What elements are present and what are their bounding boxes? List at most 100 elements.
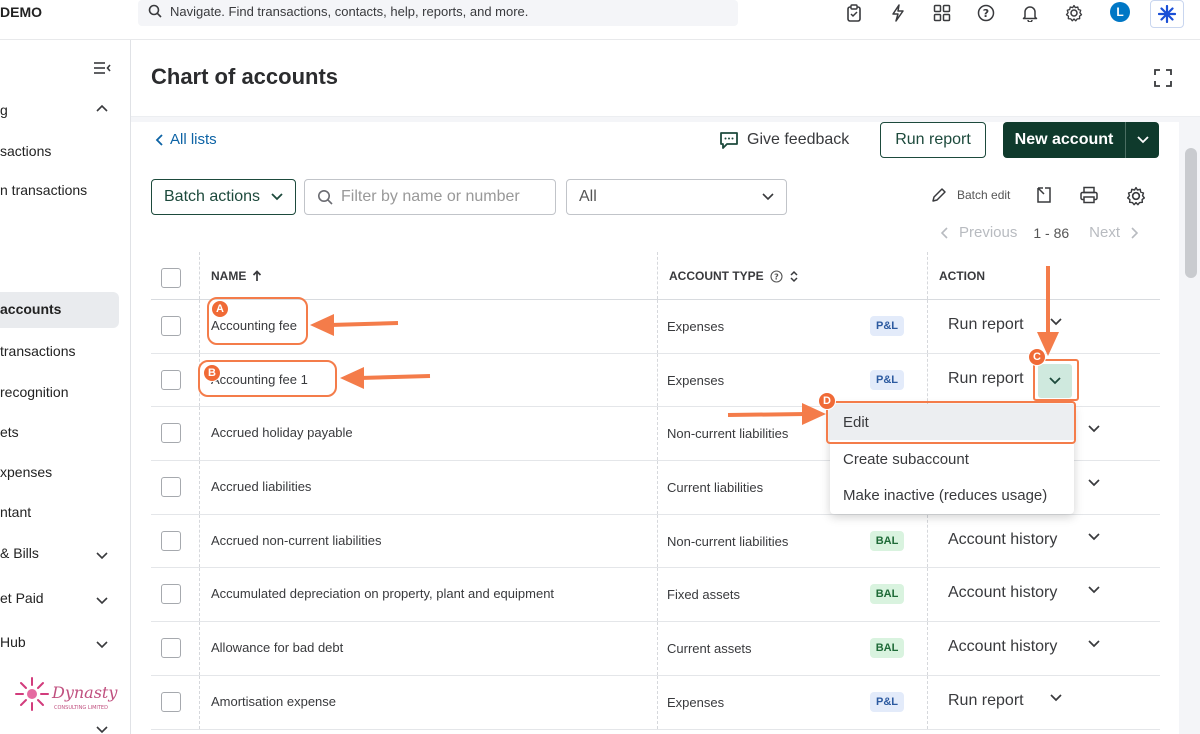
global-search[interactable]: Navigate. Find transactions, contacts, h… <box>138 0 738 26</box>
chevron-right-icon[interactable] <box>1130 226 1139 239</box>
run-report-button[interactable]: Run report <box>880 122 986 158</box>
account-name[interactable]: Accrued holiday payable <box>211 425 353 440</box>
row-checkbox[interactable] <box>161 584 181 605</box>
select-all-checkbox[interactable] <box>161 268 181 288</box>
row-checkbox[interactable] <box>161 369 181 390</box>
row-action-button[interactable]: Run report <box>948 692 1024 710</box>
row-action-button[interactable]: Run report <box>948 316 1024 334</box>
assistant-button[interactable] <box>1150 0 1184 28</box>
row-action-button[interactable]: Account history <box>948 531 1057 549</box>
apps-icon[interactable] <box>931 2 953 24</box>
row-action-button[interactable]: Run report <box>948 370 1024 388</box>
next-page-button[interactable]: Next <box>1089 224 1120 241</box>
account-name[interactable]: Accounting fee <box>211 318 297 333</box>
account-name[interactable]: Amortisation expense <box>211 694 336 709</box>
row-action-dropdown[interactable] <box>1038 363 1072 398</box>
account-type-column-header[interactable]: ACCOUNT TYPE ? <box>669 269 799 283</box>
table-row[interactable]: Accounting fee 1 Expenses P&L Run report <box>151 353 1160 408</box>
account-name[interactable]: Allowance for bad debt <box>211 640 343 655</box>
info-icon[interactable]: ? <box>770 269 783 283</box>
chevron-down-icon[interactable] <box>1088 640 1100 648</box>
account-name[interactable]: Accounting fee 1 <box>211 372 308 387</box>
chevron-down-icon[interactable] <box>1088 425 1100 433</box>
annotation-badge-c: C <box>1028 348 1046 366</box>
account-name[interactable]: Accumulated depreciation on property, pl… <box>211 586 554 601</box>
table-row[interactable]: Allowance for bad debt Current assets BA… <box>151 622 1160 676</box>
table-row[interactable]: Amortisation expense Expenses P&L Run re… <box>151 675 1160 730</box>
gear-icon[interactable] <box>1063 2 1085 24</box>
export-icon[interactable] <box>1035 186 1053 204</box>
lightning-icon[interactable] <box>887 2 909 24</box>
pl-badge: P&L <box>870 369 904 390</box>
clipboard-icon[interactable] <box>843 2 865 24</box>
filter-input[interactable] <box>341 188 541 206</box>
user-avatar[interactable]: L <box>1110 2 1130 22</box>
sidebar-item-transactions[interactable]: sactions <box>0 143 51 159</box>
chevron-down-icon[interactable] <box>96 639 108 649</box>
chevron-down-icon[interactable] <box>1088 479 1100 487</box>
svg-text:?: ? <box>983 7 989 20</box>
sidebar-item-expenses[interactable]: xpenses <box>0 464 52 480</box>
svg-text:Dynasty: Dynasty <box>51 683 118 702</box>
scrollbar-thumb[interactable] <box>1185 148 1197 278</box>
bell-icon[interactable] <box>1019 2 1041 24</box>
annotation-badge-d: D <box>818 392 836 410</box>
row-checkbox[interactable] <box>161 423 181 444</box>
row-checkbox[interactable] <box>161 638 181 659</box>
filter-input-wrapper[interactable] <box>304 179 556 215</box>
sidebar-item-get-paid[interactable]: et Paid <box>0 590 44 606</box>
batch-actions-button[interactable]: Batch actions <box>151 179 296 215</box>
row-checkbox[interactable] <box>161 316 181 336</box>
row-checkbox[interactable] <box>161 530 181 551</box>
fullscreen-icon[interactable] <box>1153 68 1173 88</box>
chevron-down-icon[interactable] <box>96 595 108 605</box>
app-window: DEMO Navigate. Find transactions, contac… <box>0 0 1200 734</box>
print-icon[interactable] <box>1079 186 1099 204</box>
account-name[interactable]: Accrued liabilities <box>211 479 311 494</box>
row-checkbox[interactable] <box>161 477 181 498</box>
sidebar-item-expenses-bills[interactable]: & Bills <box>0 545 39 561</box>
sidebar-item-accountant[interactable]: ntant <box>0 504 31 520</box>
vertical-scrollbar[interactable] <box>1183 122 1199 734</box>
sidebar-item-revenue-recognition[interactable]: recognition <box>0 384 69 400</box>
chevron-down-icon[interactable] <box>96 724 108 734</box>
row-checkbox[interactable] <box>161 691 181 712</box>
name-column-header[interactable]: NAME <box>211 269 262 283</box>
settings-gear-icon[interactable] <box>1126 186 1146 206</box>
sidebar-item-hub[interactable]: Hub <box>0 634 26 650</box>
sidebar-item-recurring-transactions[interactable]: transactions <box>0 343 75 359</box>
table-row[interactable]: Accounting fee Expenses P&L Run report <box>151 300 1160 354</box>
account-status-select[interactable]: All <box>566 179 787 215</box>
sidebar-item-bank-transactions[interactable]: n transactions <box>0 182 87 198</box>
previous-page-button[interactable]: Previous <box>959 224 1017 241</box>
account-type: Current liabilities <box>667 480 764 496</box>
sidebar-item-fixed-assets[interactable]: ets <box>0 424 19 440</box>
page-header: Chart of accounts <box>131 40 1200 117</box>
account-name[interactable]: Accrued non-current liabilities <box>211 533 382 548</box>
company-name: DEMO <box>0 4 42 20</box>
table-row[interactable]: Accumulated depreciation on property, pl… <box>151 568 1160 623</box>
menu-item-create-subaccount[interactable]: Create subaccount <box>830 441 1074 477</box>
chevron-down-icon[interactable] <box>1088 533 1100 541</box>
help-icon[interactable]: ? <box>975 2 997 24</box>
menu-item-make-inactive[interactable]: Make inactive (reduces usage) <box>830 477 1074 513</box>
chevron-up-icon[interactable] <box>96 104 108 114</box>
menu-item-edit[interactable]: Edit <box>830 404 1074 440</box>
collapse-menu-icon[interactable] <box>92 60 112 76</box>
new-account-dropdown[interactable] <box>1125 122 1159 158</box>
table-row[interactable]: Accrued non-current liabilities Non-curr… <box>151 514 1160 569</box>
chevron-down-icon[interactable] <box>96 550 108 560</box>
give-feedback-link[interactable]: Give feedback <box>719 130 849 150</box>
sidebar-item-accounting[interactable]: g <box>0 102 8 118</box>
chevron-left-icon[interactable] <box>941 226 949 239</box>
account-type: Current assets <box>667 641 752 657</box>
sidebar-item-chart-of-accounts[interactable]: accounts <box>0 292 119 328</box>
new-account-button[interactable]: New account <box>1003 122 1159 158</box>
row-action-button[interactable]: Account history <box>948 584 1057 602</box>
batch-edit-button[interactable]: Batch edit <box>931 187 1010 203</box>
chevron-down-icon[interactable] <box>1050 318 1062 326</box>
row-action-button[interactable]: Account history <box>948 638 1057 656</box>
chevron-down-icon[interactable] <box>1088 586 1100 594</box>
all-lists-link[interactable]: All lists <box>155 131 217 148</box>
chevron-down-icon[interactable] <box>1050 694 1062 702</box>
